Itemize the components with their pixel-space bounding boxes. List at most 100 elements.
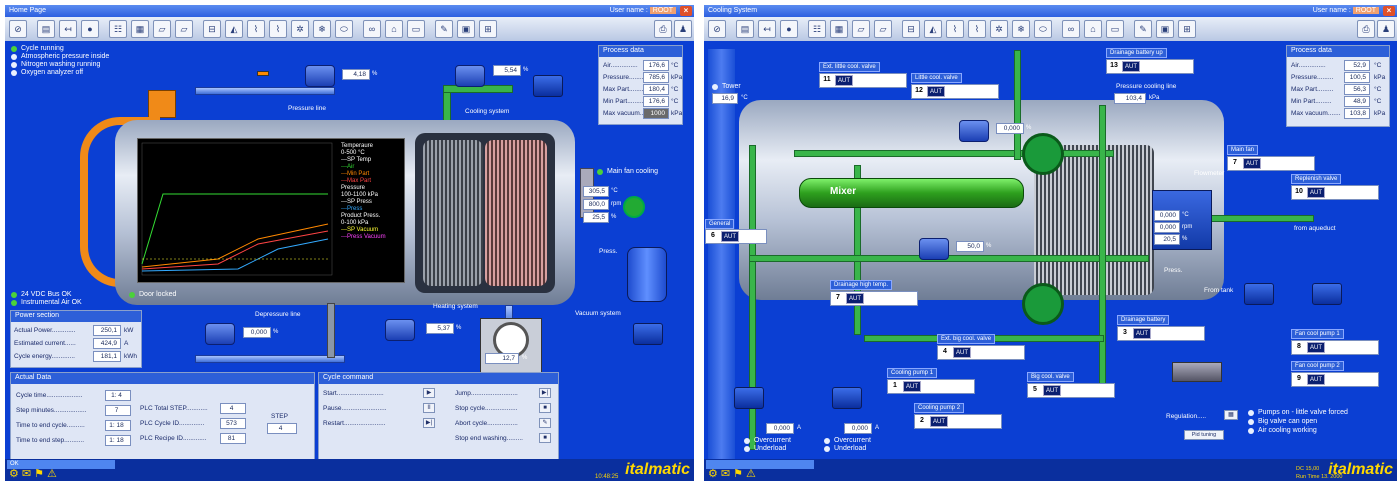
regulation-icon[interactable]: ▦ — [1224, 410, 1238, 420]
check-icon[interactable]: ⊘ — [708, 20, 726, 38]
pump-1-icon[interactable]: ⌇ — [946, 20, 964, 38]
control-auto-button[interactable]: AUT — [846, 293, 864, 304]
fan-icon[interactable]: ✲ — [990, 20, 1008, 38]
oval-icon[interactable]: ⬭ — [1034, 20, 1052, 38]
fan-cool-pump-2[interactable] — [1312, 283, 1342, 305]
check-icon[interactable]: ⊘ — [9, 20, 27, 38]
pump-1-icon[interactable]: ⌇ — [247, 20, 265, 38]
chart-icon[interactable]: ◭ — [225, 20, 243, 38]
copy-icon[interactable]: ▤ — [37, 20, 55, 38]
big-cool-valve[interactable] — [919, 238, 949, 260]
screen-icon[interactable]: ▣ — [457, 20, 475, 38]
oval-icon[interactable]: ⬭ — [335, 20, 353, 38]
user-icon[interactable]: ♟ — [674, 20, 692, 38]
warning-icon[interactable]: ⚠ — [47, 467, 57, 480]
control-auto-button[interactable]: AUT — [930, 416, 948, 427]
snow-icon[interactable]: ❄ — [1012, 20, 1030, 38]
taskbar-icon-3[interactable]: ⚑ — [34, 467, 44, 480]
cooling-pump-2[interactable] — [832, 387, 862, 409]
grid-icon[interactable]: ▦ — [830, 20, 848, 38]
taskbar-icon-1[interactable]: ⚙ — [708, 467, 718, 480]
edit-icon[interactable]: ✎ — [435, 20, 453, 38]
grid-icon[interactable]: ▦ — [131, 20, 149, 38]
back-icon[interactable]: ↤ — [59, 20, 77, 38]
depressure-value: 0,000 — [243, 327, 271, 338]
vacuum-pump[interactable] — [633, 323, 663, 345]
pid-tuning-button[interactable]: Pid tuning — [1184, 430, 1224, 440]
cycle-cmd-button[interactable]: ▶| — [539, 388, 551, 398]
taskbar-icon-3[interactable]: ⚑ — [733, 467, 743, 480]
machine-icon[interactable]: ⊟ — [203, 20, 221, 38]
table-icon[interactable]: ⊞ — [479, 20, 497, 38]
process-unit: °C — [1374, 62, 1382, 69]
folder-1-icon[interactable]: ▱ — [153, 20, 171, 38]
cycle-cmd-button[interactable]: II — [423, 403, 435, 413]
list-icon[interactable]: ☷ — [808, 20, 826, 38]
fan-cool-pump-1[interactable] — [1244, 283, 1274, 305]
control-auto-button[interactable]: AUT — [1307, 187, 1325, 198]
table-icon[interactable]: ⊞ — [1178, 20, 1196, 38]
chart-icon[interactable]: ◭ — [924, 20, 942, 38]
trend-legend-item: ---Press Vacuum — [341, 234, 386, 240]
valve-handle — [257, 71, 269, 76]
depressure-pipe — [195, 355, 345, 363]
copy-icon[interactable]: ▤ — [736, 20, 754, 38]
warning-icon[interactable]: ⚠ — [746, 467, 756, 480]
monitor-icon[interactable]: ▭ — [1106, 20, 1124, 38]
process-data-title: Process data — [599, 46, 682, 57]
control-auto-button[interactable]: AUT — [1243, 158, 1261, 169]
control-auto-button[interactable]: AUT — [1122, 61, 1140, 72]
fan-icon[interactable]: ✲ — [291, 20, 309, 38]
control-auto-button[interactable]: AUT — [1307, 342, 1325, 353]
cycle-cmd-button[interactable]: ▶ — [423, 388, 435, 398]
cycle-cmd-button[interactable]: ▶| — [423, 418, 435, 428]
pump-2-icon[interactable]: ⌇ — [968, 20, 986, 38]
control-auto-button[interactable]: AUT — [903, 381, 921, 392]
taskbar-icon-2[interactable]: ✉ — [721, 467, 730, 480]
cycle-cmd-label: Abort cycle................. — [455, 420, 518, 427]
folder-1-icon[interactable]: ▱ — [852, 20, 870, 38]
control-auto-button[interactable]: AUT — [1043, 385, 1061, 396]
control-auto-button[interactable]: AUT — [835, 75, 853, 86]
snow-icon[interactable]: ❄ — [313, 20, 331, 38]
control-auto-button[interactable]: AUT — [927, 86, 945, 97]
folder-2-icon[interactable]: ▱ — [874, 20, 892, 38]
binoculars-icon[interactable]: ∞ — [1062, 20, 1080, 38]
printer-icon[interactable]: ⎙ — [654, 20, 672, 38]
camera-icon[interactable]: ⌂ — [385, 20, 403, 38]
depressure-valve[interactable] — [205, 323, 235, 345]
heating-valve[interactable] — [385, 319, 415, 341]
control-auto-button[interactable]: AUT — [1133, 328, 1151, 339]
cooling-valve[interactable] — [455, 65, 485, 87]
fan-unit-3: % — [1182, 236, 1188, 242]
monitor-icon[interactable]: ▭ — [407, 20, 425, 38]
cooling-pump[interactable] — [533, 75, 563, 97]
control-auto-button[interactable]: AUT — [953, 347, 971, 358]
pressure-valve[interactable] — [305, 65, 335, 87]
actual-data-panel: Actual Data — [10, 372, 315, 460]
edit-icon[interactable]: ✎ — [1134, 20, 1152, 38]
camera-icon[interactable]: ⌂ — [1084, 20, 1102, 38]
pump-2-icon[interactable]: ⌇ — [269, 20, 287, 38]
folder-2-icon[interactable]: ▱ — [175, 20, 193, 38]
printer-icon[interactable]: ⎙ — [1357, 20, 1375, 38]
taskbar-icon-1[interactable]: ⚙ — [9, 467, 19, 480]
machine-icon[interactable]: ⊟ — [902, 20, 920, 38]
taskbar-icon-2[interactable]: ✉ — [22, 467, 31, 480]
record-icon[interactable]: ● — [81, 20, 99, 38]
list-icon[interactable]: ☷ — [109, 20, 127, 38]
control-auto-button[interactable]: AUT — [1307, 374, 1325, 385]
screen-icon[interactable]: ▣ — [1156, 20, 1174, 38]
cycle-cmd-button[interactable]: ■ — [539, 433, 551, 443]
close-button[interactable]: × — [680, 6, 692, 16]
general-auto-button[interactable]: AUT — [721, 231, 739, 242]
binoculars-icon[interactable]: ∞ — [363, 20, 381, 38]
record-icon[interactable]: ● — [780, 20, 798, 38]
cycle-cmd-button[interactable]: ✎ — [539, 418, 551, 428]
user-icon[interactable]: ♟ — [1377, 20, 1395, 38]
cooling-pump-1[interactable] — [734, 387, 764, 409]
close-button[interactable]: × — [1383, 6, 1395, 16]
cycle-cmd-button[interactable]: ■ — [539, 403, 551, 413]
back-icon[interactable]: ↤ — [758, 20, 776, 38]
little-cool-valve[interactable] — [959, 120, 989, 142]
